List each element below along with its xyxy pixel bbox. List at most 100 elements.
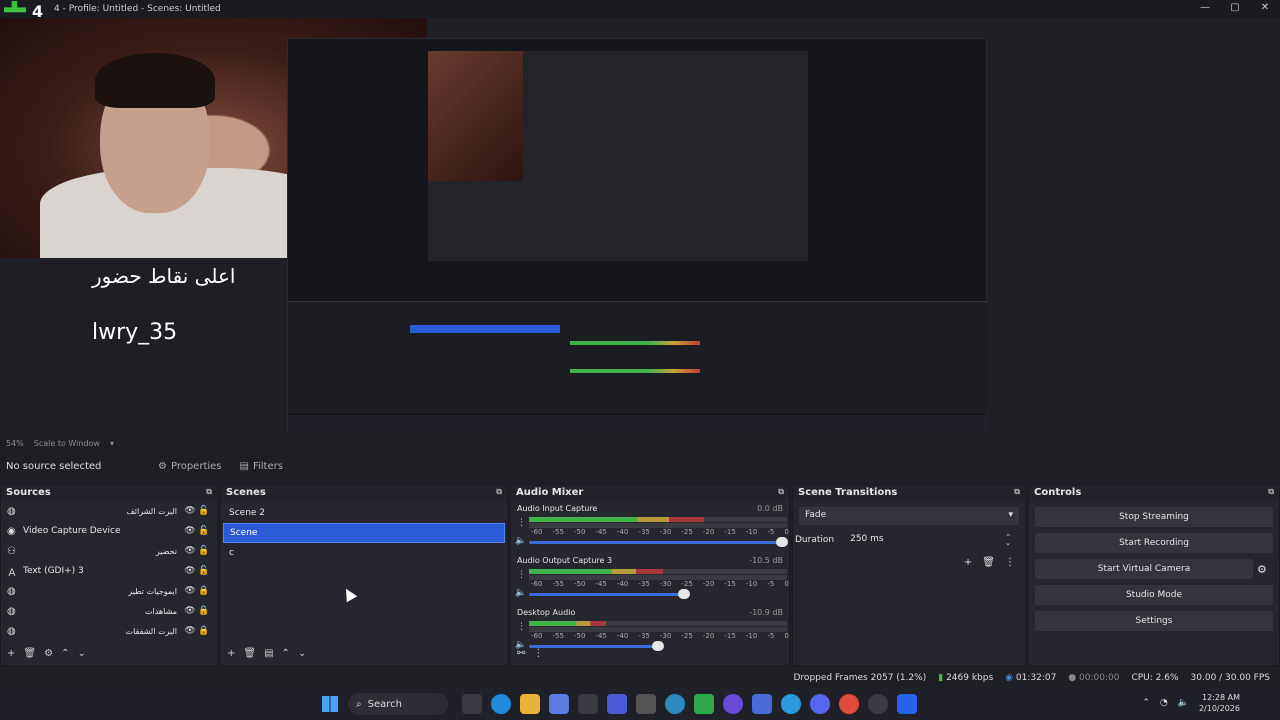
speaker-icon[interactable]: 🔈 — [515, 536, 526, 546]
settings-button[interactable]: Settings — [1035, 611, 1273, 631]
volume-slider[interactable] — [529, 593, 684, 596]
undock-icon[interactable]: ⧉ — [778, 487, 784, 499]
remove-scene-button[interactable]: 🗑 — [243, 648, 256, 659]
remove-transition-button[interactable]: 🗑 — [982, 557, 995, 568]
globe-icon[interactable] — [665, 694, 685, 714]
chevron-down-icon[interactable]: ▾ — [110, 439, 114, 448]
vscode-icon[interactable] — [607, 694, 627, 714]
move-up-button[interactable]: ⌃ — [282, 648, 290, 659]
move-down-button[interactable]: ⌄ — [77, 648, 85, 659]
chevron-up-icon[interactable]: ⌃ — [1142, 698, 1150, 708]
move-up-button[interactable]: ⌃ — [61, 648, 69, 659]
source-item[interactable]: ⚇ تحضير 👁 🔓 — [1, 541, 217, 561]
add-scene-button[interactable]: + — [227, 648, 235, 659]
source-item[interactable]: ◍ البرت الشرائف 👁 🔓 — [1, 501, 217, 521]
app-icon[interactable] — [636, 694, 656, 714]
scene-item[interactable]: Scene 2 — [223, 503, 505, 523]
volume-slider-handle[interactable] — [677, 589, 690, 599]
visibility-eye-icon[interactable]: 👁 — [183, 626, 197, 636]
visibility-eye-icon[interactable]: 👁 — [183, 506, 197, 516]
transitions-title: Scene Transitions — [798, 487, 898, 498]
scale-mode[interactable]: Scale to Window — [34, 439, 100, 448]
channel-menu-icon[interactable]: ⋮ — [517, 622, 526, 632]
source-item[interactable]: ◉ Video Capture Device 👁 🔓 — [1, 521, 217, 541]
globe-icon: ◍ — [7, 505, 16, 517]
lock-icon[interactable]: 🔒 — [197, 586, 211, 596]
source-item[interactable]: Ａ Text (GDI+) 3 👁 🔓 — [1, 561, 217, 581]
speaker-icon[interactable]: 🔈 — [515, 588, 526, 598]
lock-icon[interactable]: 🔓 — [197, 566, 211, 576]
filters-button[interactable]: ▤ Filters — [234, 459, 289, 474]
source-item[interactable]: ◍ البرت الشفقات 👁 🔒 — [1, 621, 217, 641]
scene-item[interactable]: Scene — [223, 523, 505, 543]
undock-icon[interactable]: ⧉ — [1014, 487, 1020, 499]
excel-icon[interactable] — [694, 694, 714, 714]
system-tray: ⌃ ◔ 🔈 12:28 AM 2/10/2026 — [1142, 692, 1240, 714]
properties-button[interactable]: ⚙ Properties — [152, 459, 228, 474]
stop-streaming-button[interactable]: Stop Streaming — [1035, 507, 1273, 527]
source-item[interactable]: ◍ ايموجيات تطير 👁 🔒 — [1, 581, 217, 601]
channel-menu-icon[interactable]: ⋮ — [517, 518, 526, 528]
windows-start-icon[interactable] — [322, 696, 338, 712]
undock-icon[interactable]: ⧉ — [1268, 487, 1274, 499]
app-icon[interactable] — [752, 694, 772, 714]
scene-item[interactable]: c — [223, 543, 505, 563]
transition-select[interactable]: Fade ▾ — [799, 507, 1019, 525]
app-icon[interactable] — [897, 694, 917, 714]
source-properties-button[interactable]: ⚙ — [44, 648, 53, 659]
maximize-button[interactable]: ▢ — [1220, 0, 1250, 16]
visibility-eye-icon[interactable]: 👁 — [183, 566, 197, 576]
task-view-icon[interactable] — [462, 694, 482, 714]
undock-icon[interactable]: ⧉ — [206, 487, 212, 499]
zoom-level[interactable]: 54% — [6, 439, 24, 448]
telegram-icon[interactable] — [781, 694, 801, 714]
lock-icon[interactable]: 🔓 — [197, 506, 211, 516]
transition-menu-icon[interactable]: ⋮ — [1005, 557, 1015, 568]
undock-icon[interactable]: ⧉ — [496, 487, 502, 499]
close-button[interactable]: ✕ — [1250, 0, 1280, 16]
link-icon[interactable]: ⚯ — [517, 648, 525, 659]
nested-obs-capture — [287, 38, 988, 433]
duration-spinbox[interactable]: 250 ms ⌃ ⌄ — [842, 531, 1019, 549]
add-source-button[interactable]: + — [7, 648, 15, 659]
discord-icon[interactable] — [723, 694, 743, 714]
obs-icon[interactable] — [868, 694, 888, 714]
lock-icon[interactable]: 🔓 — [197, 546, 211, 556]
lock-icon[interactable]: 🔒 — [197, 626, 211, 636]
add-transition-button[interactable]: + — [964, 557, 972, 568]
channel-menu-icon[interactable]: ⋮ — [517, 570, 526, 580]
source-item[interactable]: ◍ مشاهدات 👁 🔒 — [1, 601, 217, 621]
mixer-menu-icon[interactable]: ⋮ — [533, 648, 543, 659]
volume-slider-handle[interactable] — [775, 537, 788, 547]
volume-icon[interactable]: 🔈 — [1178, 698, 1189, 708]
spin-arrows-icon[interactable]: ⌃ ⌄ — [1005, 534, 1011, 547]
preview-canvas[interactable]: اعلى نقاط حضور lwry_35 — [0, 18, 1280, 436]
clock[interactable]: 12:28 AM 2/10/2026 — [1199, 692, 1240, 714]
start-recording-button[interactable]: Start Recording — [1035, 533, 1273, 553]
minimize-button[interactable]: — — [1190, 0, 1220, 16]
visibility-eye-icon[interactable]: 👁 — [183, 526, 197, 536]
visibility-eye-icon[interactable]: 👁 — [183, 546, 197, 556]
start-virtual-camera-button[interactable]: Start Virtual Camera — [1035, 559, 1253, 579]
wifi-icon[interactable]: ◔ — [1160, 698, 1168, 708]
taskbar-search[interactable]: ⌕ Search — [348, 693, 448, 715]
lock-icon[interactable]: 🔓 — [197, 526, 211, 536]
volume-slider[interactable] — [529, 541, 782, 544]
level-meter — [529, 569, 787, 574]
visibility-eye-icon[interactable]: 👁 — [183, 586, 197, 596]
copilot-icon[interactable] — [549, 694, 569, 714]
gear-icon[interactable]: ⚙ — [1257, 563, 1275, 576]
discord-icon[interactable] — [810, 694, 830, 714]
move-down-button[interactable]: ⌄ — [298, 648, 306, 659]
file-explorer-icon[interactable] — [520, 694, 540, 714]
nested-webcam — [428, 51, 523, 181]
lock-icon[interactable]: 🔒 — [197, 606, 211, 616]
remove-source-button[interactable]: 🗑 — [23, 648, 36, 659]
visibility-eye-icon[interactable]: 👁 — [183, 606, 197, 616]
scene-filters-button[interactable]: ▤ — [264, 648, 273, 659]
studio-mode-button[interactable]: Studio Mode — [1035, 585, 1273, 605]
store-icon[interactable] — [578, 694, 598, 714]
chrome-icon[interactable] — [839, 694, 859, 714]
edge-icon[interactable] — [491, 694, 511, 714]
record-icon: ● — [1068, 673, 1077, 683]
